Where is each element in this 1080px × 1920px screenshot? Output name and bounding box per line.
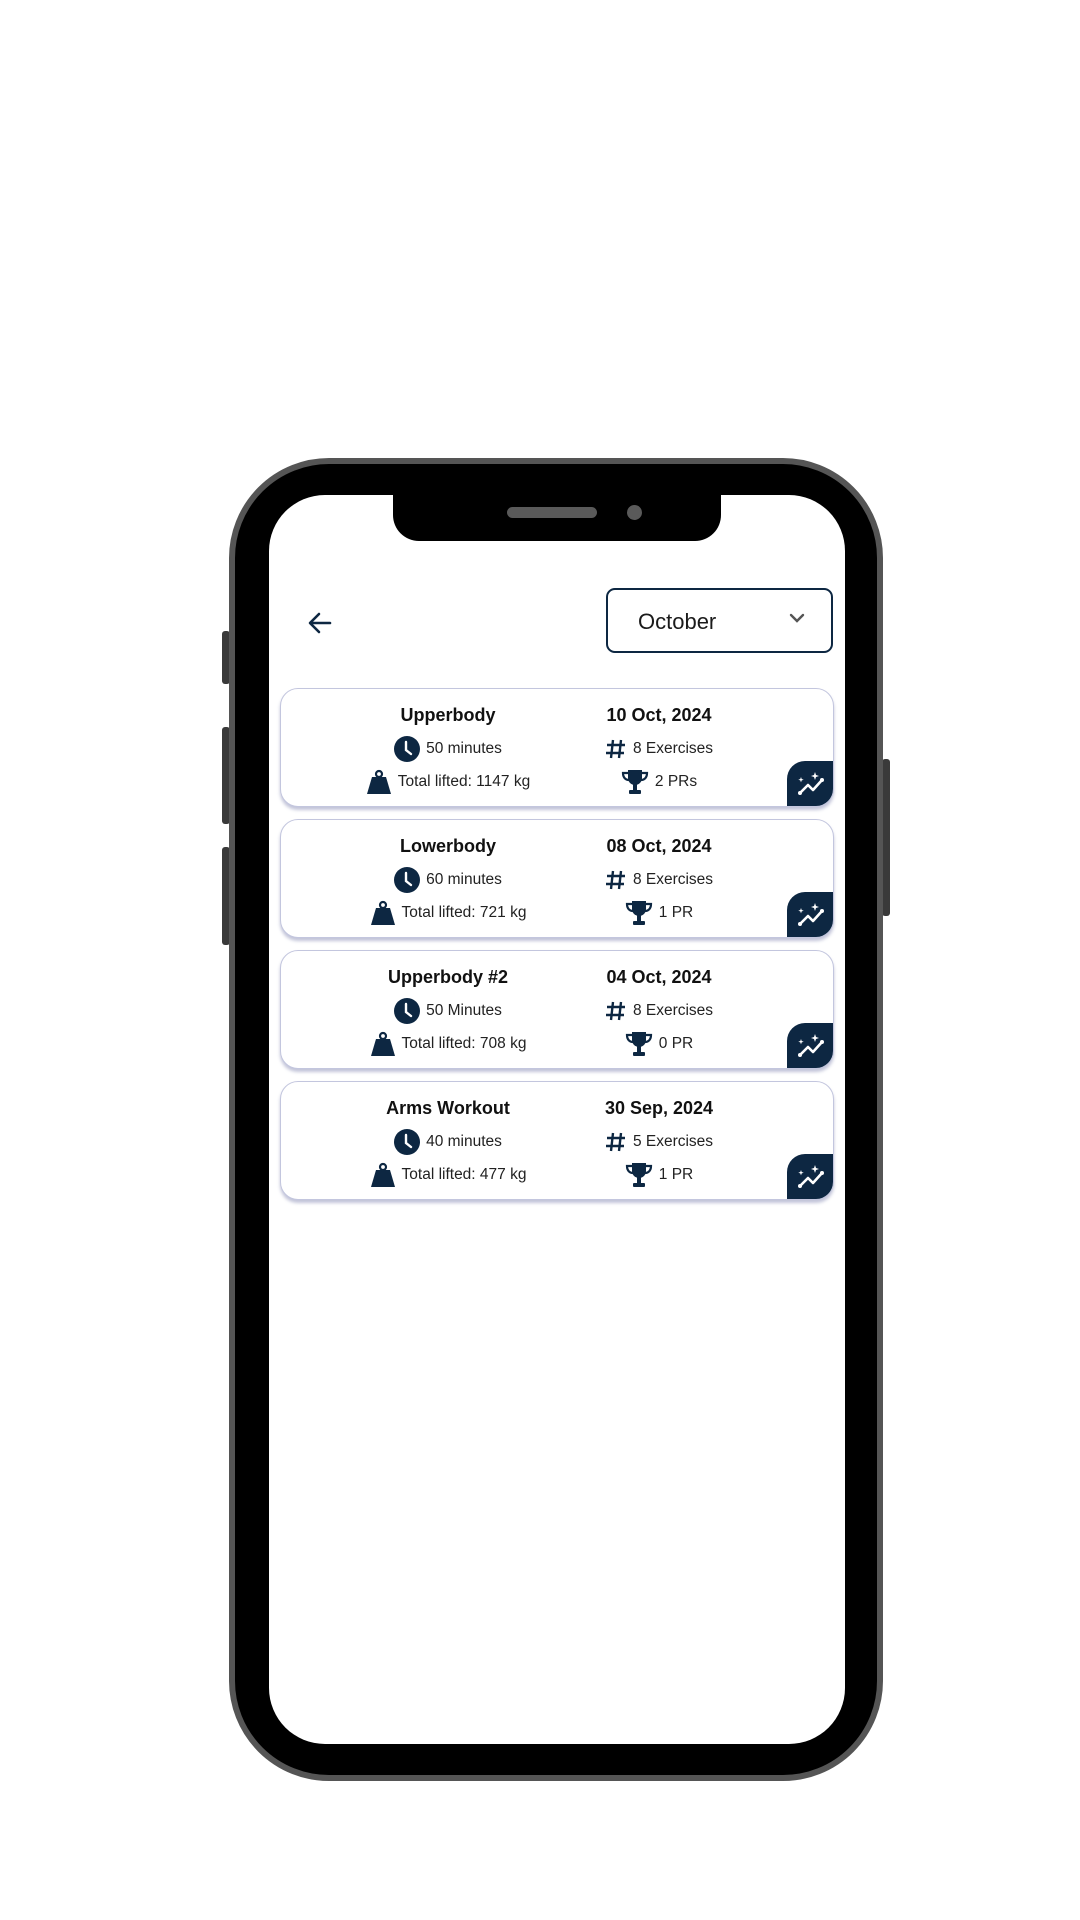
hash-icon — [605, 870, 625, 890]
duration-row: 60 minutes — [338, 867, 558, 893]
phone-screen: October Upperbody 50 minutes Total lifte… — [269, 495, 845, 1744]
total-lifted: Total lifted: 721 kg — [401, 904, 527, 921]
workout-card[interactable]: Arms Workout 40 minutes Total lifted: 47… — [280, 1081, 834, 1200]
clock-icon — [394, 1129, 421, 1155]
insights-button[interactable] — [787, 761, 833, 806]
prs-row: 0 PR — [549, 1031, 769, 1057]
insights-button[interactable] — [787, 1154, 833, 1199]
workout-date: 08 Oct, 2024 — [606, 836, 712, 856]
trend-sparkle-icon — [797, 1165, 824, 1188]
exercises-row: 5 Exercises — [549, 1129, 769, 1155]
duration-row: 50 Minutes — [338, 998, 558, 1024]
exercises-row: 8 Exercises — [549, 867, 769, 893]
prs-row: 2 PRs — [549, 769, 769, 795]
clock-icon — [394, 998, 421, 1024]
weight-icon — [370, 1031, 395, 1056]
total-lifted: Total lifted: 708 kg — [401, 1035, 527, 1052]
clock-icon — [394, 736, 421, 762]
total-lifted: Total lifted: 477 kg — [401, 1166, 527, 1183]
workout-card[interactable]: Upperbody #2 50 Minutes Total lifted: 70… — [280, 950, 834, 1069]
pr-count: 1 PR — [658, 1166, 694, 1183]
workout-name: Upperbody — [400, 705, 496, 725]
workout-name: Upperbody #2 — [387, 967, 509, 987]
trophy-icon — [625, 1032, 652, 1056]
insights-button[interactable] — [787, 1023, 833, 1068]
exercise-count: 8 Exercises — [632, 871, 714, 888]
exercises-row: 8 Exercises — [549, 998, 769, 1024]
trend-sparkle-icon — [797, 1034, 824, 1057]
back-button[interactable] — [305, 608, 335, 638]
workout-card[interactable]: Lowerbody 60 minutes Total lifted: 721 k… — [280, 819, 834, 938]
insights-button[interactable] — [787, 892, 833, 937]
workout-date: 04 Oct, 2024 — [606, 967, 712, 987]
duration-row: 40 minutes — [338, 1129, 558, 1155]
chevron-down-icon — [789, 613, 805, 623]
weight-icon — [370, 1162, 395, 1187]
trend-sparkle-icon — [797, 772, 824, 795]
workout-name: Arms Workout — [386, 1098, 510, 1118]
duration-row: 50 minutes — [338, 736, 558, 762]
total-lifted: Total lifted: 1147 kg — [397, 773, 531, 790]
hash-icon — [605, 739, 625, 759]
weight-icon — [370, 900, 395, 925]
workout-card[interactable]: Upperbody 50 minutes Total lifted: 1147 … — [280, 688, 834, 807]
total-lifted-row: Total lifted: 708 kg — [338, 1031, 558, 1057]
camera — [627, 505, 642, 520]
weight-icon — [366, 769, 391, 794]
exercise-count: 5 Exercises — [632, 1133, 714, 1150]
total-lifted-row: Total lifted: 477 kg — [338, 1162, 558, 1188]
notch — [393, 495, 721, 541]
workout-name: Lowerbody — [399, 836, 496, 856]
trophy-icon — [625, 1163, 652, 1187]
pr-count: 0 PR — [658, 1035, 694, 1052]
exercises-row: 8 Exercises — [549, 736, 769, 762]
duration: 50 minutes — [426, 740, 502, 757]
workout-date: 30 Sep, 2024 — [604, 1098, 714, 1118]
exercise-count: 8 Exercises — [632, 740, 714, 757]
speaker — [507, 507, 597, 518]
total-lifted-row: Total lifted: 1147 kg — [338, 769, 558, 795]
arrow-left-icon — [308, 612, 332, 634]
month-select-value: October — [638, 609, 717, 634]
duration: 40 minutes — [426, 1133, 502, 1150]
total-lifted-row: Total lifted: 721 kg — [338, 900, 558, 926]
power-button — [882, 759, 890, 916]
workout-date: 10 Oct, 2024 — [606, 705, 712, 725]
trophy-icon — [625, 901, 652, 925]
duration: 50 Minutes — [426, 1002, 502, 1019]
prs-row: 1 PR — [549, 1162, 769, 1188]
prs-row: 1 PR — [549, 900, 769, 926]
hash-icon — [605, 1001, 625, 1021]
trophy-icon — [621, 770, 648, 794]
clock-icon — [394, 867, 421, 893]
hash-icon — [605, 1132, 625, 1152]
duration: 60 minutes — [426, 871, 502, 888]
pr-count: 1 PR — [658, 904, 694, 921]
trend-sparkle-icon — [797, 903, 824, 926]
exercise-count: 8 Exercises — [632, 1002, 714, 1019]
month-select[interactable]: October — [606, 588, 833, 653]
pr-count: 2 PRs — [654, 773, 698, 790]
